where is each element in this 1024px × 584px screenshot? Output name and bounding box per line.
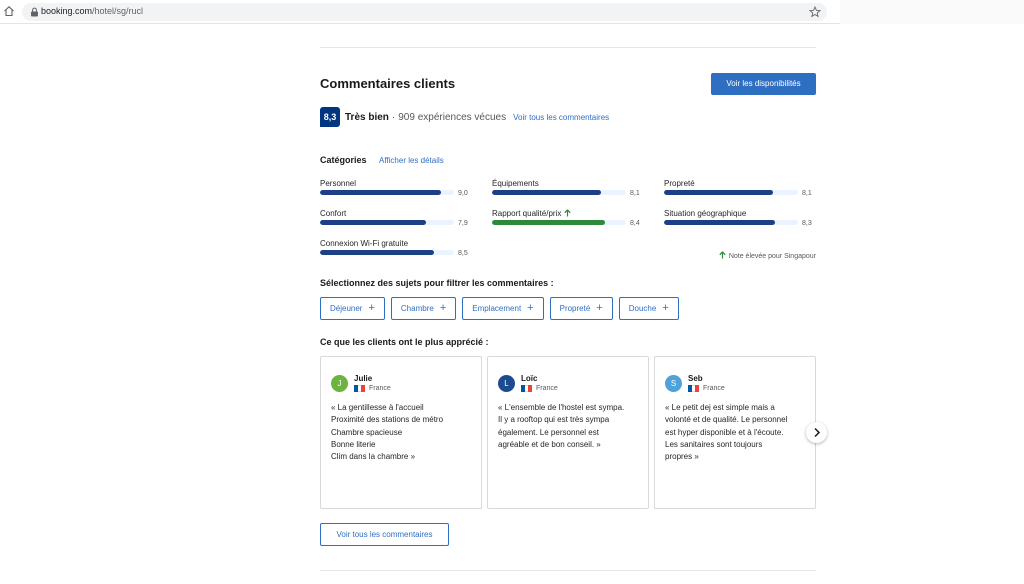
category-bar [492,220,626,225]
review-text: « La gentillesse à l'accueil Proximité d… [331,403,444,462]
category-confort: Confort 7,9 [320,209,473,229]
category-score: 8,4 [630,220,640,227]
filter-chip-douche[interactable]: Douche + [618,297,679,320]
category-wifi: Connexion Wi-Fi gratuite 8,5 [320,239,473,259]
lock-icon [31,7,38,17]
section-title: Commentaires clients [320,76,456,91]
review-text: « Le petit dej est simple mais a volonté… [665,403,788,462]
category-score: 7,9 [458,220,468,227]
bottom-divider [320,570,816,571]
filter-chip-dejeuner[interactable]: Déjeuner + [320,297,385,320]
review-text: « L'ensemble de l'hostel est sympa. Il y… [498,403,625,449]
score-label: Très bien [345,111,389,123]
avatar: J [331,375,348,392]
review-count: 909 expériences vécues [398,111,507,123]
up-arrow-icon [719,251,726,259]
france-flag-icon [688,385,700,392]
plus-icon: + [368,302,375,314]
filter-chip-chambre[interactable]: Chambre + [390,297,457,320]
filter-chip-emplacement[interactable]: Emplacement + [462,297,544,320]
category-bar [492,190,626,195]
category-score: 8,1 [630,190,640,197]
avatar: L [498,375,515,392]
reviewer-country: France [536,385,558,392]
reviewer-country: France [703,385,725,392]
category-bar-fill [320,250,434,255]
categories-title: Catégories [320,155,367,165]
reviewer-name: Julie [354,374,373,383]
review-card[interactable]: J Julie France « La gentillesse à l'accu… [320,356,482,509]
chevron-right-icon [814,427,821,438]
browser-address-bar: booking.com/hotel/sg/rucl [0,0,1024,24]
france-flag-icon [354,385,366,392]
category-label: Propreté [664,179,695,188]
category-label: Confort [320,209,347,218]
category-bar [320,250,454,255]
category-bar-fill [664,220,776,225]
browser-toolbar-area [840,0,1024,24]
category-situation-geographique: Situation géographique 8,3 [664,209,817,229]
most-appreciated-title: Ce que les clients ont le plus apprécié … [320,337,489,347]
category-equipements: Équipements 8,1 [492,179,645,199]
score-badge: 8,3 [320,107,340,127]
review-card[interactable]: S Seb France « Le petit dej est simple m… [654,356,816,509]
avatar: S [665,375,682,392]
plus-icon: + [527,302,534,314]
category-bar [664,190,798,195]
category-score: 9,0 [458,190,468,197]
show-details-link[interactable]: Afficher les détails [379,156,444,165]
category-label: Situation géographique [664,209,747,218]
category-score: 8,3 [802,220,812,227]
category-bar [320,220,454,225]
category-score: 8,5 [458,250,468,257]
high-score-note: Note élevée pour Singapour [708,251,816,260]
category-bar-fill [492,220,605,225]
top-divider [320,47,816,48]
filter-chip-proprete[interactable]: Propreté + [549,297,613,320]
bookmark-star-icon[interactable] [809,6,821,18]
category-label: Personnel [320,179,357,188]
category-bar-fill [664,190,773,195]
plus-icon: + [596,302,603,314]
home-icon[interactable] [3,5,15,17]
category-bar-fill [320,220,426,225]
score-summary: 8,3 Très bien · 909 expériences vécues V… [320,107,609,127]
url-field[interactable]: booking.com/hotel/sg/rucl [22,3,827,21]
category-bar-fill [320,190,441,195]
review-card[interactable]: L Loïc France « L'ensemble de l'hostel e… [487,356,649,509]
up-arrow-icon [564,209,572,217]
france-flag-icon [521,385,533,392]
availability-button[interactable]: Voir les disponibilités [711,73,816,95]
plus-icon: + [439,302,447,314]
carousel-next-button[interactable] [806,422,827,443]
category-score: 8,1 [802,190,812,197]
filter-chips: Déjeuner + Chambre + Emplacement + Propreté… [320,297,685,320]
reviewer-country: France [369,385,391,392]
reviewer-name: Seb [688,374,703,383]
category-proprete: Propreté 8,1 [664,179,817,199]
url-text: booking.com/hotel/sg/rucl [41,6,144,16]
see-all-reviews-button[interactable]: Voir tous les commentaires [320,523,449,546]
category-label: Équipements [492,179,539,188]
category-bar [664,220,798,225]
category-label: Rapport qualité/prix [492,209,572,218]
category-rapport-qualite-prix: Rapport qualité/prix 8,4 [492,209,645,229]
see-all-reviews-link[interactable]: Voir tous les commentaires [513,113,609,122]
category-label: Connexion Wi-Fi gratuite [320,239,409,248]
category-bar-fill [492,190,601,195]
score-separator: · [391,111,396,123]
reviewer-name: Loïc [521,374,538,383]
category-bar [320,190,454,195]
category-personnel: Personnel 9,0 [320,179,473,199]
plus-icon: + [662,302,669,314]
filter-title: Sélectionnez des sujets pour filtrer les… [320,278,554,288]
